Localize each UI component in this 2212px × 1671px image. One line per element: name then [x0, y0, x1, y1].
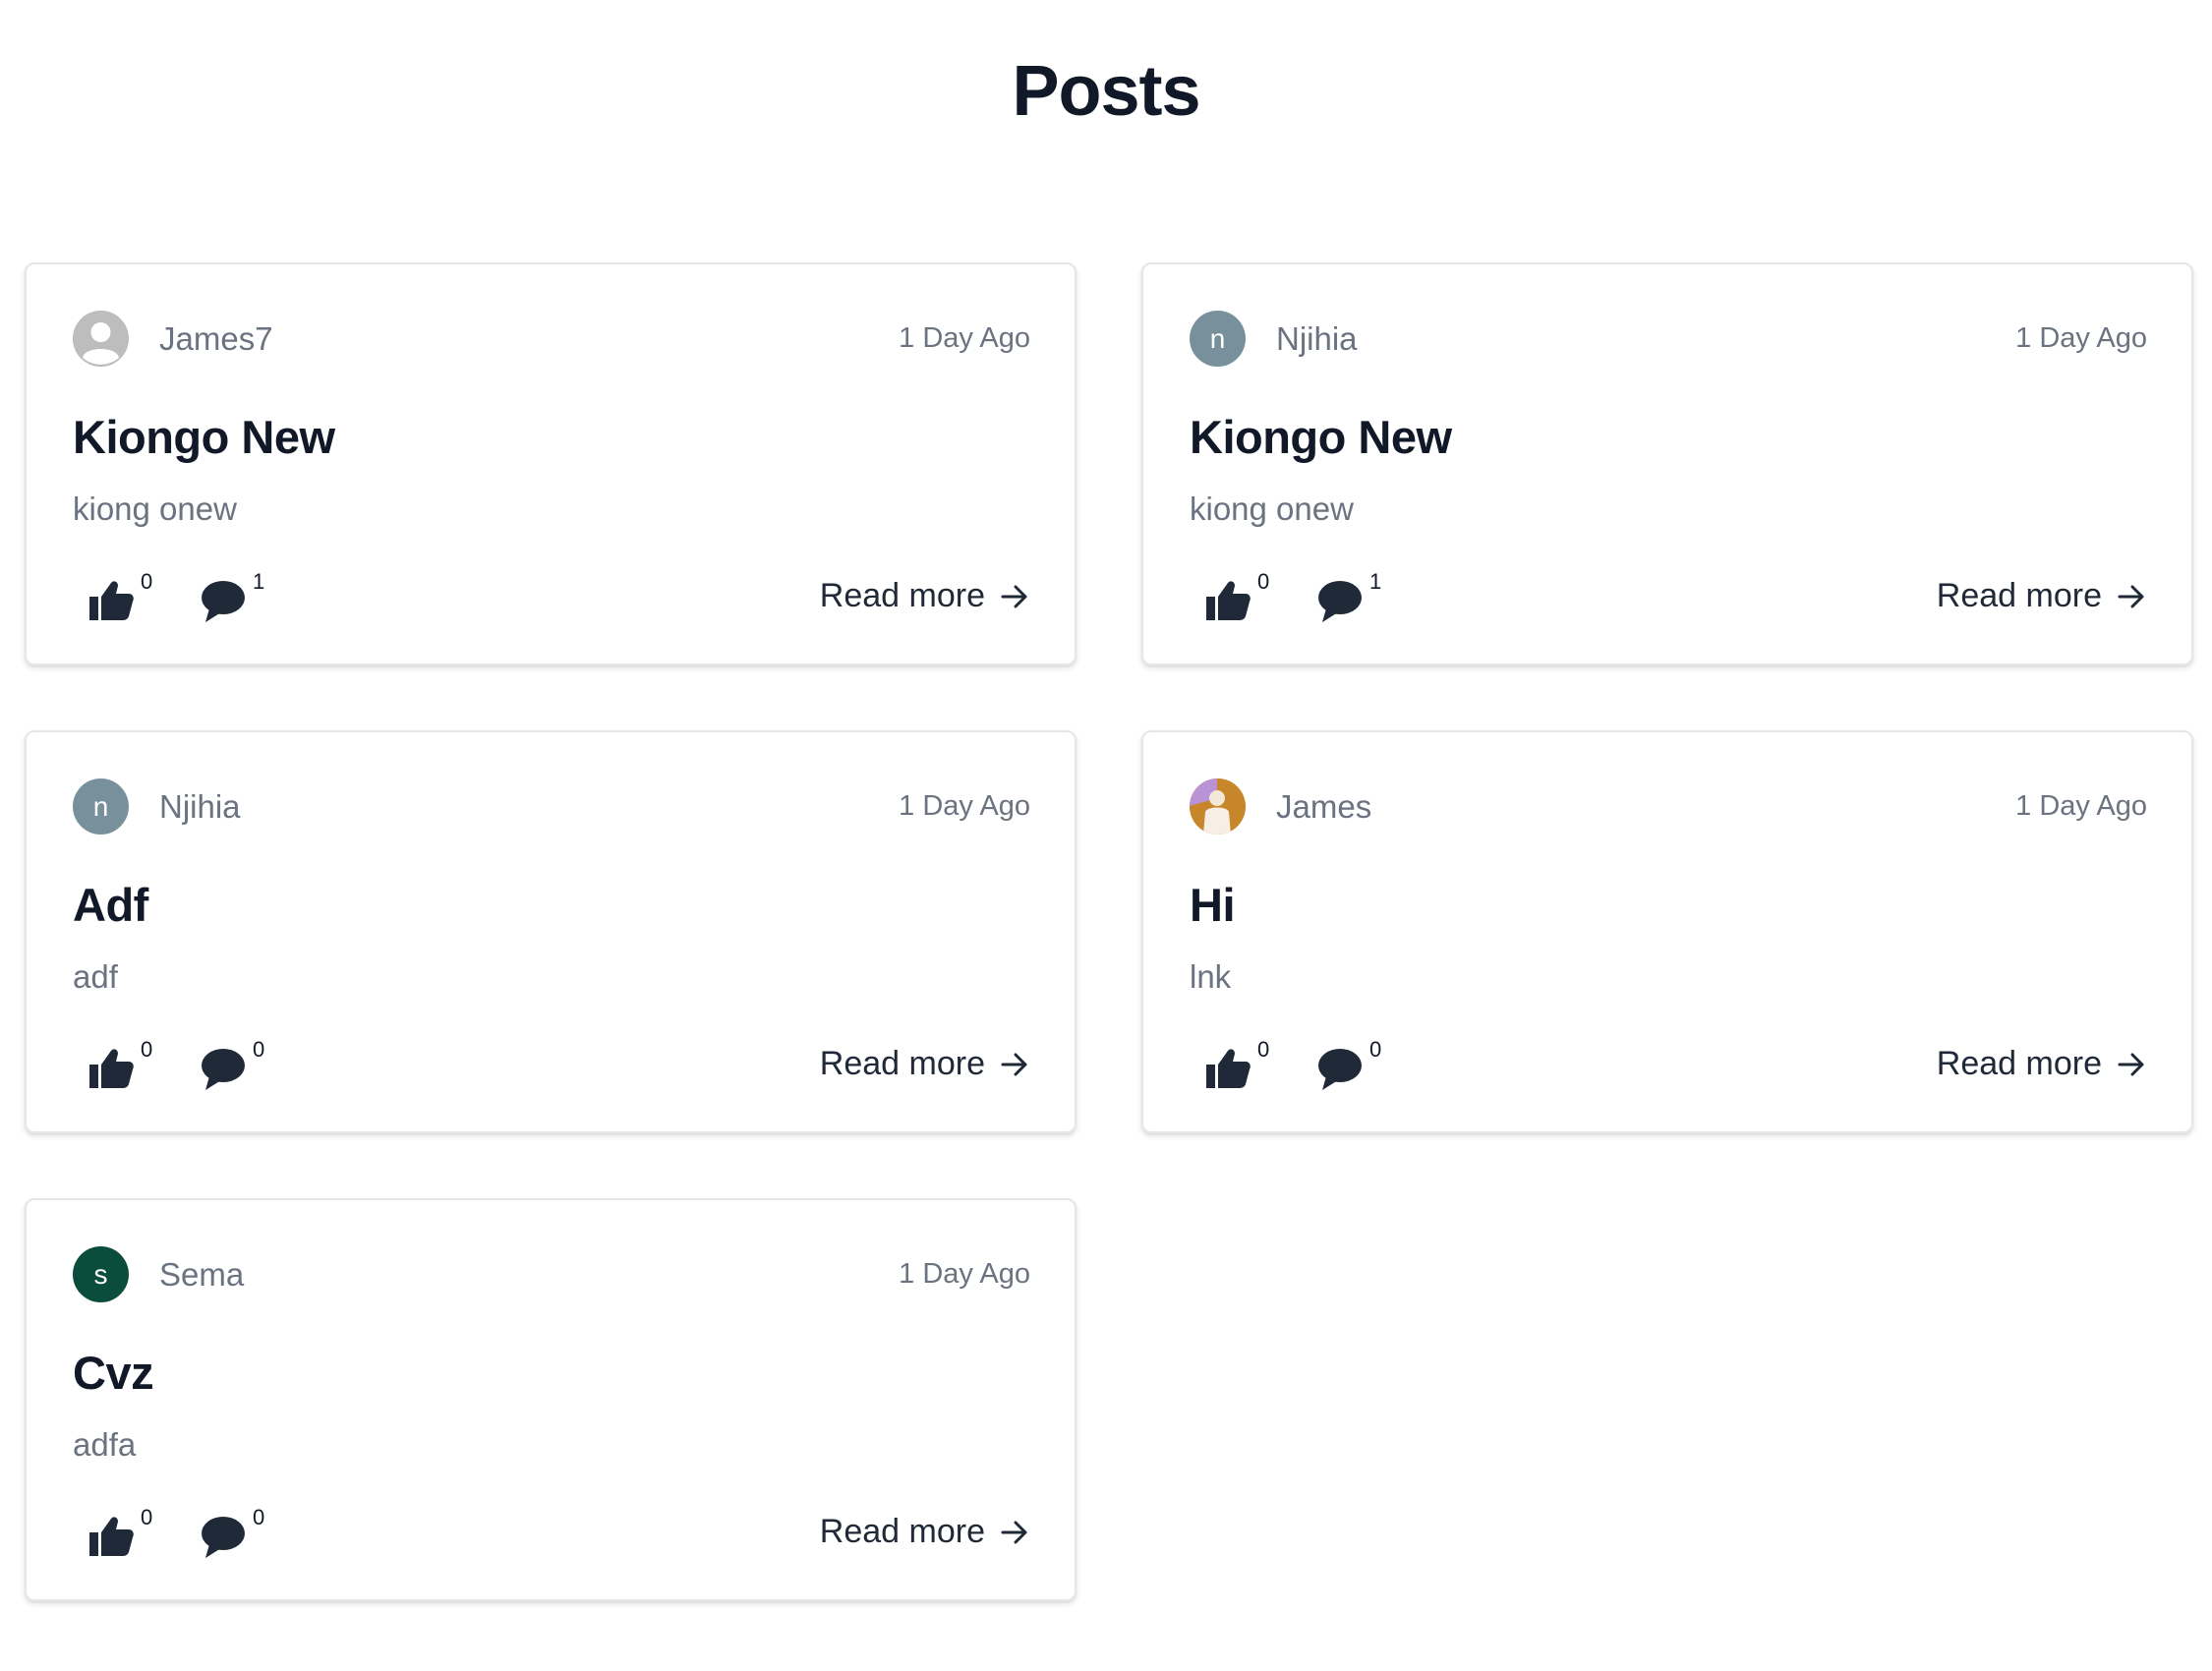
read-more-label: Read more: [819, 1045, 985, 1082]
author-name[interactable]: Njihia: [159, 788, 241, 826]
comment-count: 1: [253, 569, 265, 594]
avatar-initial: s: [93, 1258, 108, 1290]
author-name[interactable]: James: [1276, 788, 1371, 826]
post-title[interactable]: Adf: [73, 878, 148, 932]
arrow-right-icon: [1001, 585, 1027, 607]
post-title[interactable]: Kiongo New: [1190, 410, 1452, 464]
avatar: s: [73, 1246, 129, 1302]
comment-icon: [1318, 581, 1362, 622]
default-user-icon: [73, 311, 129, 367]
post-card: James 1 Day Ago Hi lnk 0 0 Read more: [1141, 730, 2193, 1133]
post-header: James 1 Day Ago: [1190, 778, 2147, 836]
read-more-link[interactable]: Read more: [820, 1045, 1028, 1083]
post-time: 1 Day Ago: [899, 322, 1030, 354]
like-count: 0: [141, 569, 153, 594]
like-count: 0: [1257, 569, 1270, 594]
read-more-label: Read more: [819, 577, 985, 614]
post-header: s Sema 1 Day Ago: [73, 1246, 1030, 1303]
read-more-link[interactable]: Read more: [820, 1513, 1028, 1551]
post-time: 1 Day Ago: [899, 1258, 1030, 1290]
comment-icon: [1318, 1049, 1362, 1090]
comment-count: 0: [253, 1505, 265, 1529]
thumbs-up-icon: [89, 581, 134, 620]
avatar-initial: n: [92, 790, 109, 822]
avatar: n: [1190, 311, 1246, 367]
post-excerpt: adfa: [73, 1426, 137, 1463]
comment-icon: [202, 1517, 245, 1558]
avatar-initial: n: [1209, 322, 1226, 354]
avatar-photo: [1190, 778, 1246, 835]
comment-icon: [202, 581, 245, 622]
post-excerpt: lnk: [1190, 958, 1232, 995]
comment-count: 0: [253, 1037, 265, 1062]
read-more-link[interactable]: Read more: [1937, 1045, 2145, 1083]
thumbs-up-icon: [89, 1517, 134, 1556]
comment-count: 0: [1369, 1037, 1382, 1062]
arrow-right-icon: [2118, 1053, 2144, 1075]
read-more-label: Read more: [819, 1513, 985, 1550]
post-header: n Njihia 1 Day Ago: [1190, 311, 2147, 368]
thumbs-up-icon: [1206, 1049, 1251, 1088]
post-title[interactable]: Kiongo New: [73, 410, 335, 464]
post-card: James7 1 Day Ago Kiongo New kiong onew 0…: [25, 262, 1077, 665]
arrow-right-icon: [1001, 1521, 1027, 1543]
read-more-link[interactable]: Read more: [1937, 577, 2145, 615]
post-header: James7 1 Day Ago: [73, 311, 1030, 368]
post-excerpt: kiong onew: [1190, 490, 1354, 527]
post-title[interactable]: Hi: [1190, 878, 1236, 932]
author-name[interactable]: James7: [159, 320, 273, 358]
arrow-right-icon: [1001, 1053, 1027, 1075]
post-time: 1 Day Ago: [899, 790, 1030, 822]
post-title[interactable]: Cvz: [73, 1346, 154, 1400]
read-more-link[interactable]: Read more: [820, 577, 1028, 615]
post-card: s Sema 1 Day Ago Cvz adfa 0 0 Read more: [25, 1198, 1077, 1601]
read-more-label: Read more: [1936, 577, 2102, 614]
post-header: n Njihia 1 Day Ago: [73, 778, 1030, 836]
comment-icon: [202, 1049, 245, 1090]
posts-grid: James7 1 Day Ago Kiongo New kiong onew 0…: [0, 0, 2212, 1671]
read-more-label: Read more: [1936, 1045, 2102, 1082]
post-card: n Njihia 1 Day Ago Adf adf 0 0 Read more: [25, 730, 1077, 1133]
comment-count: 1: [1369, 569, 1382, 594]
post-excerpt: kiong onew: [73, 490, 237, 527]
author-name[interactable]: Sema: [159, 1256, 244, 1294]
post-card: n Njihia 1 Day Ago Kiongo New kiong onew…: [1141, 262, 2193, 665]
post-time: 1 Day Ago: [2015, 322, 2147, 354]
thumbs-up-icon: [89, 1049, 134, 1088]
post-time: 1 Day Ago: [2015, 790, 2147, 822]
like-count: 0: [141, 1037, 153, 1062]
arrow-right-icon: [2118, 585, 2144, 607]
post-excerpt: adf: [73, 958, 118, 995]
author-name[interactable]: Njihia: [1276, 320, 1358, 358]
thumbs-up-icon: [1206, 581, 1251, 620]
like-count: 0: [141, 1505, 153, 1529]
like-count: 0: [1257, 1037, 1270, 1062]
avatar: n: [73, 778, 129, 835]
